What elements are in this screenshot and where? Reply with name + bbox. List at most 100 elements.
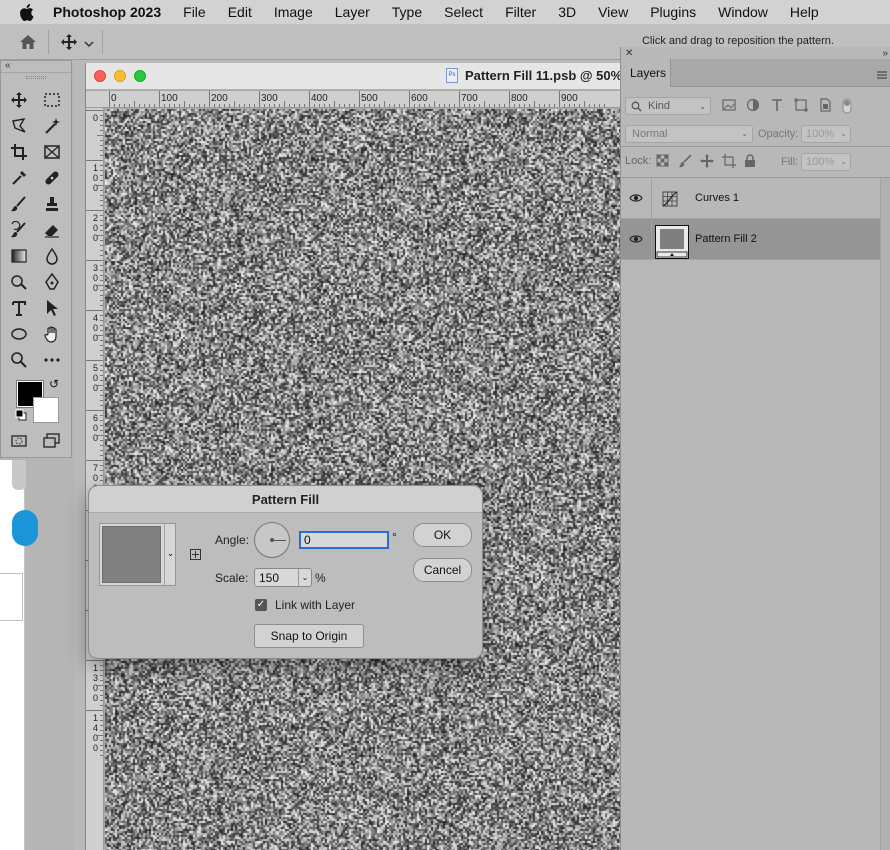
menu-edit[interactable]: Edit bbox=[228, 4, 252, 20]
swap-colors-icon[interactable]: ↺ bbox=[49, 377, 59, 391]
filter-pixel-icon[interactable] bbox=[722, 98, 738, 114]
ok-button[interactable]: OK bbox=[413, 523, 472, 547]
ruler-tick bbox=[86, 310, 103, 311]
menu-select[interactable]: Select bbox=[444, 4, 483, 20]
horizontal-ruler[interactable]: 0 100 200 300 400 500 600 700 800 900 bbox=[86, 91, 621, 108]
lasso-tool-icon[interactable] bbox=[8, 115, 30, 137]
ellipse-tool-icon[interactable] bbox=[8, 323, 30, 345]
ruler-minor-tick bbox=[374, 104, 375, 107]
eraser-tool-icon[interactable] bbox=[41, 219, 63, 241]
collapse-icon[interactable]: « bbox=[5, 60, 11, 71]
tab-layers[interactable]: Layers bbox=[621, 59, 671, 87]
ruler-minor-tick bbox=[589, 104, 590, 107]
eyedropper-tool-icon[interactable] bbox=[8, 167, 30, 189]
angle-dial[interactable] bbox=[254, 522, 290, 558]
default-colors-icon[interactable] bbox=[15, 409, 27, 421]
menu-view[interactable]: View bbox=[598, 4, 628, 20]
lock-artboard-icon[interactable] bbox=[722, 154, 736, 168]
more-tools-icon[interactable] bbox=[41, 349, 63, 371]
ruler-minor-tick bbox=[100, 330, 103, 331]
menu-file[interactable]: File bbox=[183, 4, 206, 20]
marquee-tool-icon[interactable] bbox=[41, 89, 63, 111]
app-name-menu[interactable]: Photoshop 2023 bbox=[53, 4, 161, 20]
background-color-swatch[interactable] bbox=[33, 397, 59, 423]
filter-toggle-icon[interactable] bbox=[842, 98, 858, 114]
vertical-ruler[interactable]: 0100200300400500600700100011001200130014… bbox=[86, 108, 104, 850]
filter-smart-object-icon[interactable] bbox=[818, 98, 834, 114]
angle-input[interactable] bbox=[299, 531, 389, 549]
clone-stamp-tool-icon[interactable] bbox=[41, 193, 63, 215]
dodge-tool-icon[interactable] bbox=[8, 271, 30, 293]
fill-field[interactable]: 100% ⌄ bbox=[801, 153, 851, 171]
menu-plugins[interactable]: Plugins bbox=[650, 4, 696, 20]
scale-field[interactable]: 150 ⌄ bbox=[254, 568, 312, 587]
ruler-minor-tick bbox=[419, 104, 420, 107]
layer-row-curves[interactable]: Curves 1 bbox=[621, 178, 881, 219]
menu-image[interactable]: Image bbox=[274, 4, 313, 20]
new-preset-icon[interactable] bbox=[190, 549, 201, 560]
layer-row-pattern-fill[interactable]: Pattern Fill 2 bbox=[621, 219, 881, 260]
frame-tool-icon[interactable] bbox=[41, 141, 63, 163]
screen-mode-icon[interactable] bbox=[41, 430, 63, 452]
chevron-down-icon[interactable] bbox=[84, 37, 94, 48]
panel-menu-icon[interactable] bbox=[877, 68, 887, 79]
history-brush-tool-icon[interactable] bbox=[8, 219, 30, 241]
panel-grip[interactable] bbox=[26, 76, 46, 79]
zoom-tool-icon[interactable] bbox=[8, 349, 30, 371]
close-panel-icon[interactable]: ✕ bbox=[625, 48, 633, 59]
move-tool-icon[interactable] bbox=[8, 89, 30, 111]
ruler-minor-tick bbox=[254, 104, 255, 107]
opacity-field[interactable]: 100% ⌄ bbox=[801, 125, 851, 143]
path-selection-tool-icon[interactable] bbox=[41, 297, 63, 319]
healing-brush-tool-icon[interactable] bbox=[41, 167, 63, 189]
gradient-tool-icon[interactable] bbox=[8, 245, 30, 267]
collapse-icon[interactable]: » bbox=[882, 48, 888, 59]
document-canvas[interactable] bbox=[105, 109, 621, 850]
blend-mode-dropdown[interactable]: Normal ⌄ bbox=[625, 125, 753, 143]
move-tool-preset-icon[interactable] bbox=[60, 33, 78, 51]
document-title-bar[interactable]: Ps Pattern Fill 11.psb @ 50% bbox=[86, 63, 622, 90]
menu-window[interactable]: Window bbox=[718, 4, 768, 20]
minimize-window-button[interactable] bbox=[114, 70, 126, 82]
close-window-button[interactable] bbox=[94, 70, 106, 82]
quick-mask-icon[interactable] bbox=[8, 430, 30, 452]
filter-shape-icon[interactable] bbox=[794, 98, 810, 114]
pen-tool-icon[interactable] bbox=[41, 271, 63, 293]
layers-panel: ✕ » Layers Kind ⌄ Normal ⌄ Opacity: 100%… bbox=[620, 47, 890, 850]
crop-tool-icon[interactable] bbox=[8, 141, 30, 163]
cancel-button[interactable]: Cancel bbox=[413, 558, 472, 582]
zoom-window-button[interactable] bbox=[134, 70, 146, 82]
lock-image-pixels-icon[interactable] bbox=[678, 154, 692, 168]
layer-filter-kind-dropdown[interactable]: Kind ⌄ bbox=[625, 97, 711, 115]
ruler-minor-tick bbox=[484, 101, 485, 107]
curves-adjustment-icon[interactable] bbox=[655, 184, 685, 214]
lock-transparent-pixels-icon[interactable] bbox=[656, 154, 670, 168]
snap-to-origin-button[interactable]: Snap to Origin bbox=[254, 624, 364, 648]
pattern-fill-thumbnail[interactable] bbox=[655, 225, 689, 259]
menu-help[interactable]: Help bbox=[790, 4, 819, 20]
chevron-down-icon[interactable]: ⌄ bbox=[164, 524, 176, 585]
brush-tool-icon[interactable] bbox=[8, 193, 30, 215]
home-icon[interactable] bbox=[18, 33, 38, 51]
filter-type-icon[interactable] bbox=[770, 98, 786, 114]
panel-scrollbar[interactable] bbox=[880, 178, 890, 850]
type-tool-icon[interactable] bbox=[8, 297, 30, 319]
chevron-down-icon[interactable]: ⌄ bbox=[298, 569, 311, 586]
lock-position-icon[interactable] bbox=[700, 154, 714, 168]
filter-adjustment-icon[interactable] bbox=[746, 98, 762, 114]
menu-layer[interactable]: Layer bbox=[335, 4, 370, 20]
menu-type[interactable]: Type bbox=[392, 4, 422, 20]
hand-tool-icon[interactable] bbox=[41, 323, 63, 345]
percent-symbol: % bbox=[315, 571, 326, 585]
pattern-picker[interactable]: ⌄ bbox=[99, 523, 176, 586]
eye-icon[interactable] bbox=[629, 192, 643, 204]
ruler-label: 700 bbox=[461, 93, 478, 104]
blur-tool-icon[interactable] bbox=[41, 245, 63, 267]
link-with-layer-checkbox[interactable]: ✓ bbox=[255, 599, 267, 611]
menu-3d[interactable]: 3D bbox=[558, 4, 576, 20]
magic-wand-tool-icon[interactable] bbox=[41, 115, 63, 137]
apple-icon[interactable] bbox=[19, 3, 35, 21]
eye-icon[interactable] bbox=[629, 233, 643, 245]
menu-filter[interactable]: Filter bbox=[505, 4, 536, 20]
lock-all-icon[interactable] bbox=[744, 154, 758, 168]
